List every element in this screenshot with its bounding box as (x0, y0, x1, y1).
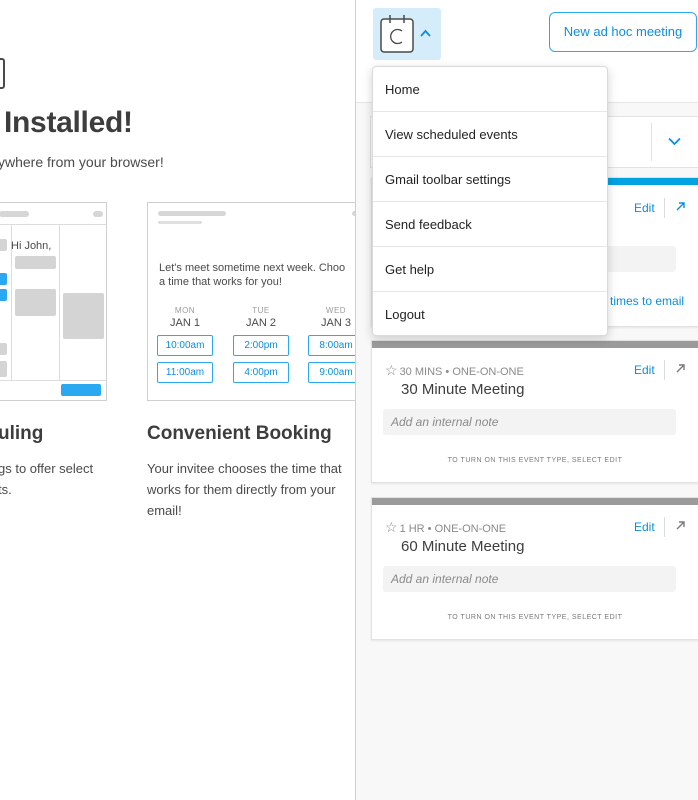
new-adhoc-meeting-button[interactable]: New ad hoc meeting (549, 12, 697, 52)
calendar-slot (0, 239, 7, 251)
chevron-up-icon (420, 26, 431, 40)
time-slot: 2:00pm (233, 335, 289, 356)
edit-link[interactable]: Edit (634, 363, 655, 377)
day-name: TUE (252, 306, 270, 315)
illustration-topbar (0, 203, 106, 225)
feature-title: uling (0, 423, 44, 444)
add-times-link[interactable]: times to email (610, 294, 684, 308)
email-greeting: Hi John, (11, 240, 52, 252)
calendar-slot-selected (0, 273, 7, 285)
event-name: 60 Minute Meeting (401, 538, 525, 555)
day-column: MON JAN 1 (157, 306, 213, 329)
illustration-bar (158, 221, 202, 224)
star-icon[interactable]: ☆ (385, 519, 398, 535)
event-duration-type: 1 HR • ONE-ON-ONE (399, 523, 507, 535)
event-color-stripe (372, 341, 698, 348)
feature-text: Your invitee chooses the time that (147, 461, 342, 476)
calendar-slot (0, 343, 7, 355)
day-date: JAN 2 (246, 317, 276, 329)
menu-item-view-scheduled-events[interactable]: View scheduled events (373, 112, 607, 157)
feature-text: email! (147, 503, 182, 518)
external-link-icon[interactable] (675, 199, 686, 215)
background-page: Installed! ywhere from your browser! Hi … (0, 0, 356, 800)
edit-link[interactable]: Edit (634, 201, 655, 215)
calendar-slot-selected (0, 289, 7, 301)
dropdown-menu: Home View scheduled events Gmail toolbar… (372, 66, 608, 336)
calendar-slot (0, 361, 7, 377)
time-slot: 10:00am (157, 335, 213, 356)
divider (664, 517, 665, 537)
calendar-logo-icon (380, 15, 414, 53)
day-date: JAN 1 (170, 317, 200, 329)
menu-item-gmail-toolbar-settings[interactable]: Gmail toolbar settings (373, 157, 607, 202)
menu-item-logout[interactable]: Logout (373, 292, 607, 335)
time-slot: 8:00am (308, 335, 356, 356)
email-line: Let's meet sometime next week. Choo (159, 262, 346, 274)
calendar-slot (15, 256, 56, 269)
feature-title: Convenient Booking (147, 423, 332, 444)
illustration-bar (93, 211, 103, 217)
event-name: 30 Minute Meeting (401, 381, 525, 398)
page-heading: Installed! (4, 106, 133, 139)
calendar-slot (15, 289, 56, 316)
event-color-stripe (372, 498, 698, 505)
time-slot: 4:00pm (233, 362, 289, 383)
divider (664, 198, 665, 218)
internal-note-input[interactable]: Add an internal note (383, 409, 676, 435)
illustration-bar (0, 211, 29, 217)
day-column: TUE JAN 2 (233, 306, 289, 329)
calendar-slot (63, 293, 104, 339)
edit-link[interactable]: Edit (634, 520, 655, 534)
event-meta: ☆ 1 HR • ONE-ON-ONE (385, 519, 506, 536)
chevron-down-icon (668, 133, 681, 151)
event-meta: ☆ 30 MINS • ONE-ON-ONE (385, 362, 524, 379)
day-name: MON (174, 306, 196, 315)
menu-item-send-feedback[interactable]: Send feedback (373, 202, 607, 247)
star-icon[interactable]: ☆ (385, 362, 398, 378)
external-link-icon[interactable] (675, 361, 686, 377)
menu-toggle-button[interactable] (373, 8, 441, 60)
illustration-divider (0, 380, 106, 381)
illustration-button (61, 384, 101, 396)
scheduling-illustration (0, 202, 107, 401)
menu-item-get-help[interactable]: Get help (373, 247, 607, 292)
time-slot: 11:00am (157, 362, 213, 383)
time-slot: 9:00am (308, 362, 356, 383)
menu-item-home[interactable]: Home (373, 67, 607, 112)
illustration-divider (59, 225, 60, 380)
feature-text: gs to offer select (0, 461, 94, 476)
day-date: JAN 3 (321, 317, 351, 329)
internal-note-input[interactable]: Add an internal note (383, 566, 676, 592)
divider (664, 360, 665, 380)
day-name: WED (325, 306, 347, 315)
email-line: a time that works for you! (159, 276, 282, 288)
event-duration-type: 30 MINS • ONE-ON-ONE (399, 366, 524, 378)
event-card: ☆ 1 HR • ONE-ON-ONE 60 Minute Meeting Edi… (371, 497, 698, 640)
event-card: ☆ 30 MINS • ONE-ON-ONE 30 Minute Meeting … (371, 340, 698, 483)
logo-fragment (0, 58, 5, 89)
external-link-icon[interactable] (675, 518, 686, 534)
feature-text: works for them directly from your (147, 482, 336, 497)
illustration-bar (158, 211, 226, 216)
event-hint: To turn on this event type, select Edit (447, 457, 623, 464)
page-subheading: ywhere from your browser! (0, 154, 164, 170)
divider (651, 123, 652, 161)
day-column: WED JAN 3 (308, 306, 356, 329)
feature-text: ts. (0, 482, 12, 497)
event-hint: To turn on this event type, select Edit (447, 614, 623, 621)
